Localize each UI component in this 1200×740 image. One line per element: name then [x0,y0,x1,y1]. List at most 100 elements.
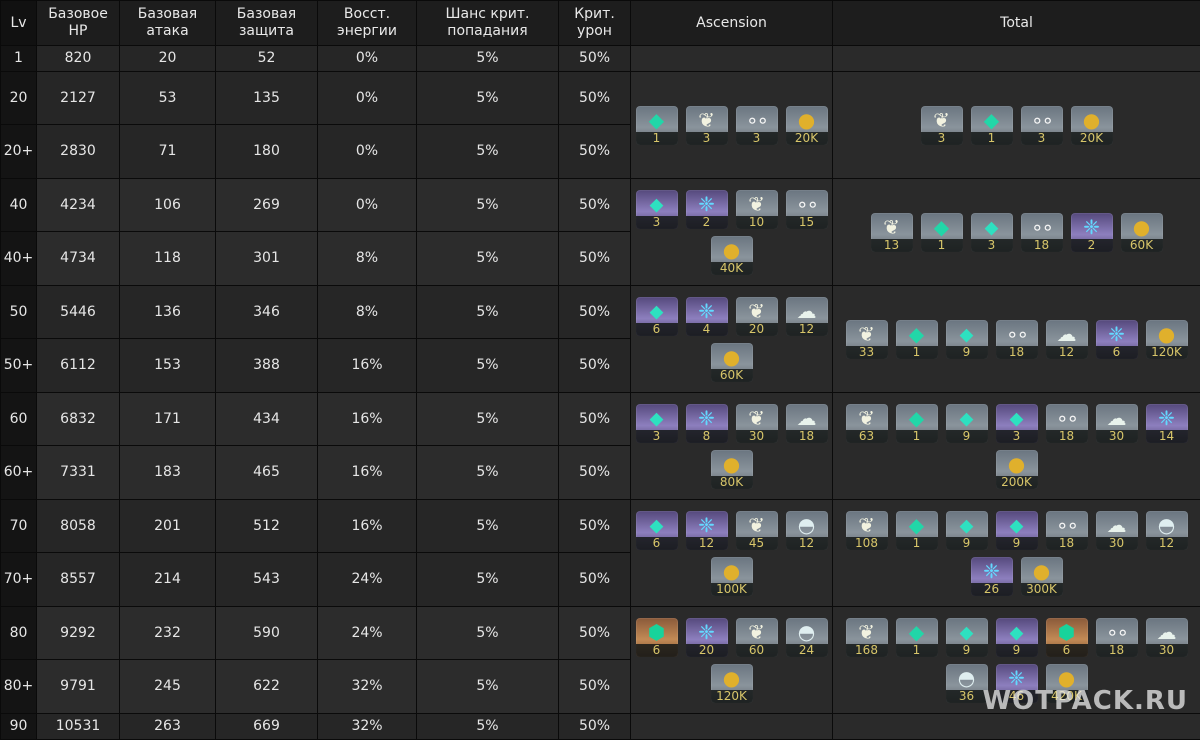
pebbles-material: 3 [736,106,778,145]
wings-material: 8 [686,404,728,443]
level-cell: 60 [1,393,37,446]
material-list: 13320K [631,106,832,145]
crit-damage-cell: 50% [559,232,631,286]
wings-material: 4 [686,297,728,336]
level-cell: 40+ [1,232,37,286]
attack-cell: 245 [120,660,216,714]
pebbles-material: 18 [1046,404,1088,443]
material-count: 168 [846,644,888,657]
material-count: 8 [686,430,728,443]
coin-material: 120K [711,664,753,703]
crystal-icon [896,407,938,429]
sprout-material: 20 [736,297,778,336]
crystal-icon [921,216,963,238]
attack-cell: 263 [120,714,216,740]
coin-icon [996,453,1038,475]
shard-material: 9 [996,511,1038,550]
material-count: 9 [946,644,988,657]
hp-cell: 4234 [37,179,120,232]
wings-material: 26 [971,557,1013,596]
hp-cell: 5446 [37,286,120,339]
shard-icon [636,514,678,536]
defense-cell: 465 [216,446,318,500]
coin-material: 100K [711,557,753,596]
level-cell: 1 [1,46,37,72]
crystal-material: 1 [896,618,938,657]
cloud-material: 12 [786,297,828,336]
total-materials-cell: 63193183014200K [833,393,1200,500]
energy-cell: 0% [318,72,417,125]
header-level: Lv [1,1,37,46]
table-row: 202127531350%5%50%13320K31320K [1,72,1200,125]
material-count: 18 [1046,537,1088,550]
material-count: 1 [896,346,938,359]
hp-cell: 6832 [37,393,120,446]
crit-rate-cell: 5% [417,660,559,714]
crit-rate-cell: 5% [417,553,559,607]
crit-damage-cell: 50% [559,125,631,179]
defense-cell: 622 [216,660,318,714]
sprout-icon [871,216,913,238]
defense-cell: 590 [216,607,318,660]
pebbles-material: 18 [1021,213,1063,252]
sprout-material: 60 [736,618,778,657]
material-count: 12 [1146,537,1188,550]
pebbles-icon [786,193,828,215]
shard-icon [636,407,678,429]
material-count: 18 [786,430,828,443]
energy-cell: 24% [318,553,417,607]
crit-damage-cell: 50% [559,46,631,72]
ascension-empty-cell [631,714,833,740]
cloud-material: 30 [1096,404,1138,443]
material-count: 9 [946,430,988,443]
material-count: 12 [786,537,828,550]
sprout-icon [736,193,778,215]
shard-material: 9 [946,404,988,443]
ascension-materials-cell: 6124512100K [631,500,833,607]
crit-damage-cell: 50% [559,339,631,393]
crit-damage-cell: 50% [559,179,631,232]
defense-cell: 52 [216,46,318,72]
material-count: 45 [736,537,778,550]
level-cell: 60+ [1,446,37,500]
wings-material: 14 [1146,404,1188,443]
shard-icon [946,407,988,429]
shard-icon [996,621,1038,643]
coin-icon [1021,560,1063,582]
crit-rate-cell: 5% [417,232,559,286]
shard-material: 9 [996,618,1038,657]
sprout-material: 168 [846,618,888,657]
level-cell: 80+ [1,660,37,714]
crystal-material: 1 [896,511,938,550]
pebbles-material: 3 [1021,106,1063,145]
coin-icon [1146,323,1188,345]
coin-material: 40K [711,236,753,275]
gem-icon [636,621,678,643]
attack-cell: 118 [120,232,216,286]
material-list: 63193183014200K [833,404,1200,489]
shard-material: 3 [636,190,678,229]
shard-icon [996,514,1038,536]
total-materials-cell: 331918126120K [833,286,1200,393]
coin-material: 120K [1146,320,1188,359]
shard-material: 9 [946,618,988,657]
header-row: Lv Базовое HP Базовая атака Базовая защи… [1,1,1200,46]
crit-rate-cell: 5% [417,72,559,125]
header-total: Total [833,1,1200,46]
defense-cell: 434 [216,393,318,446]
coin-icon [711,667,753,689]
crystal-material: 1 [921,213,963,252]
dome-icon [1146,514,1188,536]
material-count: 9 [946,537,988,550]
sprout-icon [736,621,778,643]
energy-cell: 8% [318,232,417,286]
material-count: 100K [711,583,753,596]
coin-icon [1121,216,1163,238]
attack-cell: 53 [120,72,216,125]
hp-cell: 9791 [37,660,120,714]
gem-material: 6 [636,618,678,657]
material-list: 31320K [833,106,1200,145]
shard-material: 9 [946,511,988,550]
pebbles-icon [736,109,778,131]
material-count: 30 [1096,430,1138,443]
